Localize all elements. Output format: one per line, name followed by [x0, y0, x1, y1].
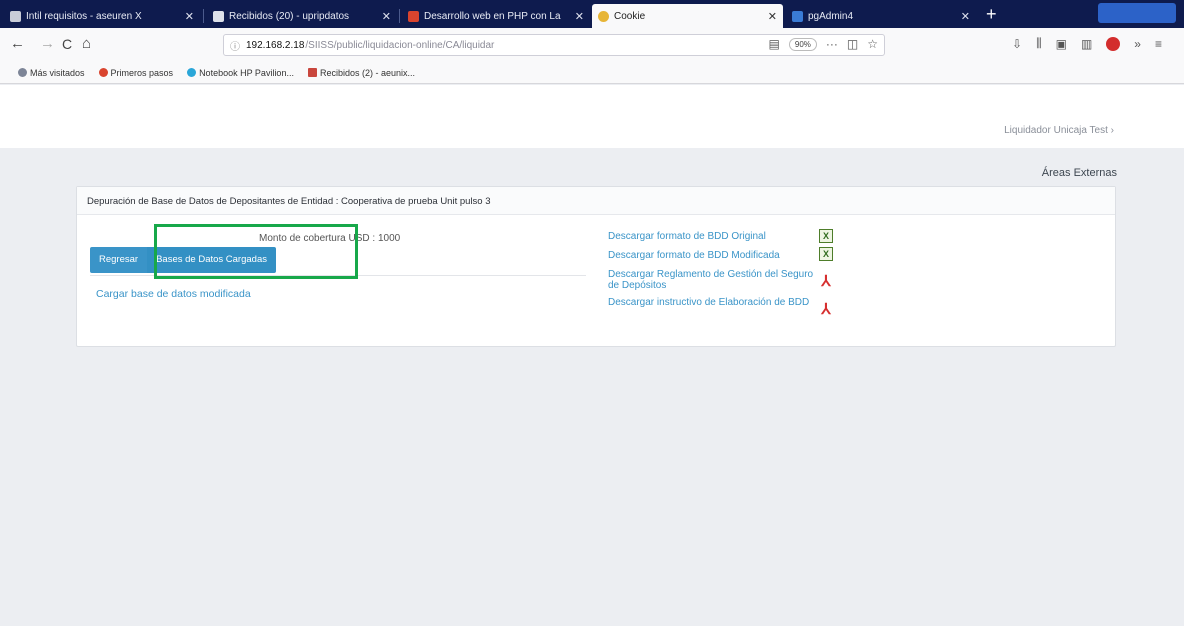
back-button[interactable]: Regresar [90, 247, 148, 273]
tab-title: pgAdmin4 [808, 10, 854, 22]
reader-view-icon[interactable]: ▤ [769, 37, 780, 51]
download-item: Descargar Reglamento de Gestión del Segu… [608, 269, 833, 291]
gear-icon [18, 68, 27, 77]
hamburger-menu-icon[interactable]: ≡ [1155, 37, 1162, 51]
bookmark-star-icon[interactable]: ☆ [867, 37, 878, 51]
tab-desarrollo-php[interactable]: Desarrollo web en PHP con La ✕ [402, 4, 590, 28]
close-icon[interactable]: ✕ [382, 10, 391, 23]
pocket-icon[interactable]: ◫ [847, 37, 858, 51]
document-icon [10, 10, 21, 22]
toolbar-extensions: ⇩ ⫼ ▣ ▥ » ≡ [1012, 36, 1162, 51]
info-icon[interactable]: ⓘ [230, 38, 240, 53]
app-header: Liquidador Unicaja Test › [0, 85, 1184, 148]
tab-cookie[interactable]: Cookie ✕ [592, 4, 783, 28]
reload-icon[interactable]: C [62, 35, 72, 53]
bookmark-item[interactable]: Notebook HP Pavilion... [187, 68, 294, 78]
library-icon[interactable]: ⫼ [1036, 36, 1042, 51]
upload-modified-db-link[interactable]: Cargar base de datos modificada [96, 288, 251, 300]
bookmarks-bar: Más visitados Primeros pasos Notebook HP… [0, 62, 1184, 84]
gmail-icon [307, 68, 317, 77]
close-icon[interactable]: ✕ [575, 10, 584, 23]
back-icon[interactable]: ← [10, 35, 25, 53]
tab-requisitos[interactable]: Intil requisitos - aseuren X ✕ [4, 4, 200, 28]
highlight-annotation [154, 224, 358, 279]
xls-icon[interactable]: X [819, 247, 833, 261]
pdf-icon[interactable]: ⅄ [819, 274, 833, 289]
tab-divider [203, 9, 204, 23]
download-regulation-link[interactable]: Descargar Reglamento de Gestión del Segu… [608, 269, 816, 291]
overflow-icon[interactable]: » [1134, 37, 1141, 51]
download-icon[interactable]: ⇩ [1012, 37, 1022, 51]
address-bar[interactable]: ⓘ 192.168.2.18 /SIISS/public/liquidacion… [223, 34, 885, 56]
home-icon[interactable]: ⌂ [82, 35, 91, 53]
xls-icon[interactable]: X [819, 229, 833, 243]
zoom-level[interactable]: 90% [788, 37, 817, 51]
site-icon [408, 10, 419, 22]
url-path: /SIISS/public/liquidacion-online/CA/liqu… [305, 39, 495, 51]
page-content: Liquidador Unicaja Test › Áreas Externas… [0, 85, 1184, 626]
download-original-bdd-link[interactable]: Descargar formato de BDD Original [608, 231, 816, 242]
bookmark-label: Primeros pasos [110, 67, 174, 78]
extension-icon[interactable]: ▥ [1081, 37, 1092, 51]
new-tab-button[interactable]: + [986, 3, 997, 25]
mail-icon [213, 10, 224, 22]
bookmark-item[interactable]: Más visitados [18, 68, 85, 78]
panel-title: Depuración de Base de Datos de Depositan… [77, 187, 1115, 215]
download-item: Descargar instructivo de Elaboración de … [608, 297, 833, 317]
download-modified-bdd-link[interactable]: Descargar formato de BDD Modificada [608, 250, 816, 261]
bookmark-item[interactable]: Recibidos (2) - aeunix... [307, 67, 415, 78]
tab-title: Cookie [614, 10, 646, 22]
tab-pgadmin[interactable]: pgAdmin4 ✕ [786, 4, 976, 28]
cookie-icon [598, 10, 609, 22]
window-controls[interactable] [1098, 3, 1176, 23]
tab-divider [399, 9, 400, 23]
bookmark-label: Recibidos (2) - aeunix... [319, 67, 415, 78]
url-host: 192.168.2.18 [246, 39, 305, 51]
tab-recibidos[interactable]: Recibidos (20) - upripdatos ✕ [207, 4, 397, 28]
download-instructions-link[interactable]: Descargar instructivo de Elaboración de … [608, 297, 816, 308]
browser-tab-strip: Intil requisitos - aseuren X ✕ Recibidos… [0, 0, 1184, 28]
firefox-icon [98, 68, 108, 77]
hp-icon [187, 68, 197, 77]
external-areas-menu[interactable]: Áreas Externas [1042, 167, 1117, 179]
navigation-bar: ← → C ⌂ ⓘ 192.168.2.18 /SIISS/public/liq… [0, 28, 1184, 62]
forward-icon[interactable]: → [40, 35, 55, 53]
user-menu[interactable]: Liquidador Unicaja Test › [1004, 125, 1114, 136]
download-item: Descargar formato de BDD Modificada X [608, 247, 833, 261]
bookmark-label: Más visitados [30, 67, 85, 78]
adblock-icon[interactable] [1106, 36, 1121, 51]
close-icon[interactable]: ✕ [185, 10, 194, 23]
bookmark-item[interactable]: Primeros pasos [98, 67, 174, 78]
sidebar-icon[interactable]: ▣ [1056, 37, 1067, 51]
bookmark-label: Notebook HP Pavilion... [199, 67, 294, 78]
close-icon[interactable]: ✕ [768, 10, 777, 23]
page-actions-icon[interactable]: ··· [826, 37, 838, 51]
tab-title: Recibidos (20) - upripdatos [229, 10, 350, 22]
download-item: Descargar formato de BDD Original X [608, 229, 833, 243]
tab-title: Desarrollo web en PHP con La [424, 10, 561, 22]
tab-title: Intil requisitos - aseuren X [26, 10, 142, 22]
elephant-icon [792, 10, 803, 22]
pdf-icon[interactable]: ⅄ [819, 302, 833, 317]
close-icon[interactable]: ✕ [961, 10, 970, 23]
